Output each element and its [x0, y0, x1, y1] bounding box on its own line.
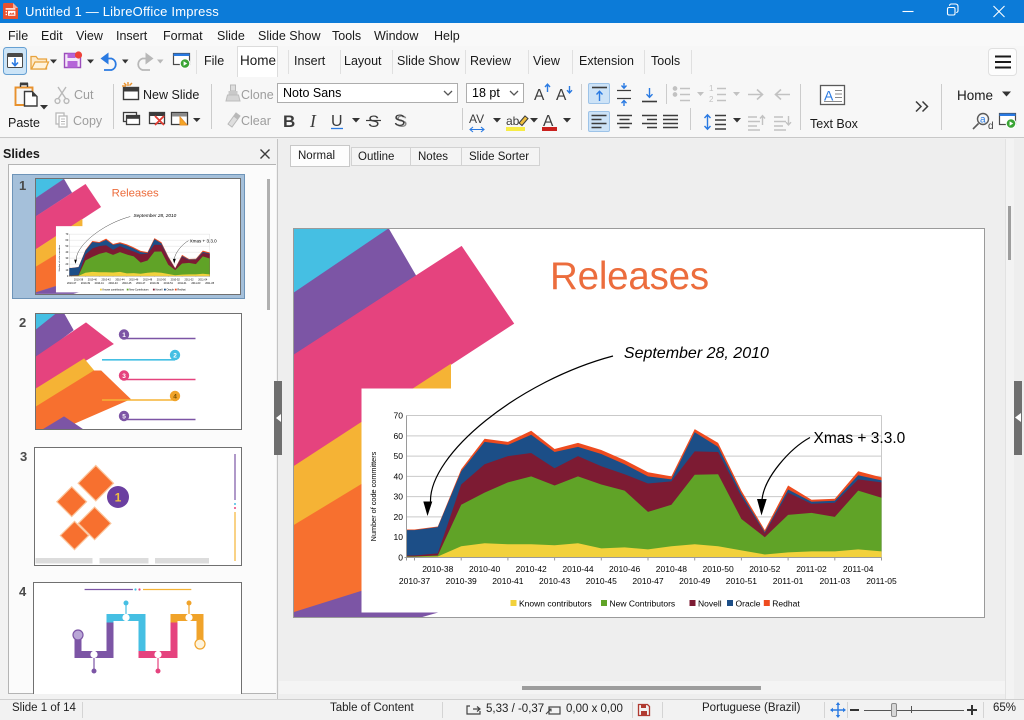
svg-text:5: 5 — [122, 414, 126, 421]
svg-text:2: 2 — [173, 353, 177, 360]
svg-text:A: A — [556, 87, 567, 104]
svg-text:A: A — [534, 87, 545, 104]
svg-text:1: 1 — [122, 332, 126, 339]
svg-text:d: d — [988, 121, 994, 132]
svg-text:a: a — [980, 115, 986, 126]
svg-text:AV: AV — [469, 112, 484, 126]
svg-text:4: 4 — [173, 394, 177, 401]
svg-text:1: 1 — [115, 491, 122, 505]
svg-text:3: 3 — [122, 373, 126, 380]
svg-text:B: B — [283, 112, 295, 131]
svg-text:I: I — [309, 111, 317, 131]
svg-text:U: U — [331, 113, 343, 130]
svg-text:S: S — [394, 111, 405, 130]
svg-text:S: S — [368, 112, 379, 131]
svg-text:2: 2 — [709, 95, 714, 104]
svg-text:ab: ab — [506, 114, 520, 128]
svg-text:1: 1 — [709, 84, 714, 93]
